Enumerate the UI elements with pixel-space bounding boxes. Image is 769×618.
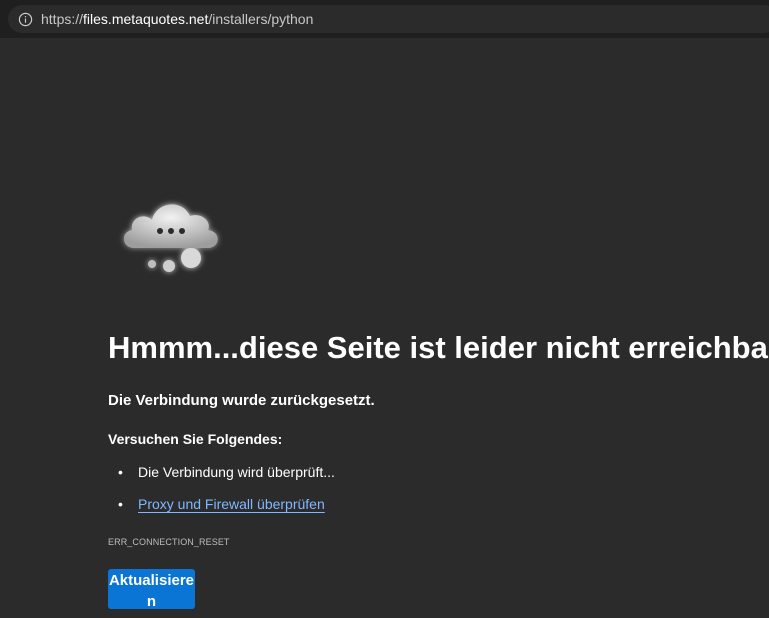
- refresh-button[interactable]: Aktualisieren: [108, 569, 195, 609]
- proxy-firewall-link[interactable]: Proxy und Firewall überprüfen: [138, 496, 325, 512]
- browser-toolbar: https://files.metaquotes.net/installers/…: [0, 0, 769, 38]
- url-host: files.metaquotes.net: [83, 11, 209, 27]
- error-title: Hmmm...diese Seite ist leider nicht erre…: [108, 330, 769, 365]
- suggestion-item: • Die Verbindung wird überprüft...: [118, 464, 335, 496]
- suggestion-item: • Proxy und Firewall überprüfen: [118, 496, 335, 528]
- info-circle-icon[interactable]: [17, 11, 33, 27]
- bullet-icon: •: [118, 496, 123, 512]
- bullet-icon: •: [118, 464, 123, 480]
- address-bar[interactable]: https://files.metaquotes.net/installers/…: [8, 5, 769, 33]
- cloud-thinking-icon: [112, 190, 232, 280]
- url-prefix: https://: [41, 11, 84, 27]
- url-path: /installers/python: [208, 11, 314, 27]
- error-code: ERR_CONNECTION_RESET: [108, 537, 230, 547]
- suggestions-heading: Versuchen Sie Folgendes:: [108, 431, 283, 447]
- suggestion-check-connection: Die Verbindung wird überprüft...: [138, 464, 335, 480]
- url-text[interactable]: https://files.metaquotes.net/installers/…: [41, 11, 313, 27]
- suggestions-list: • Die Verbindung wird überprüft... • Pro…: [118, 464, 335, 528]
- error-subtitle: Die Verbindung wurde zurückgesetzt.: [108, 392, 375, 409]
